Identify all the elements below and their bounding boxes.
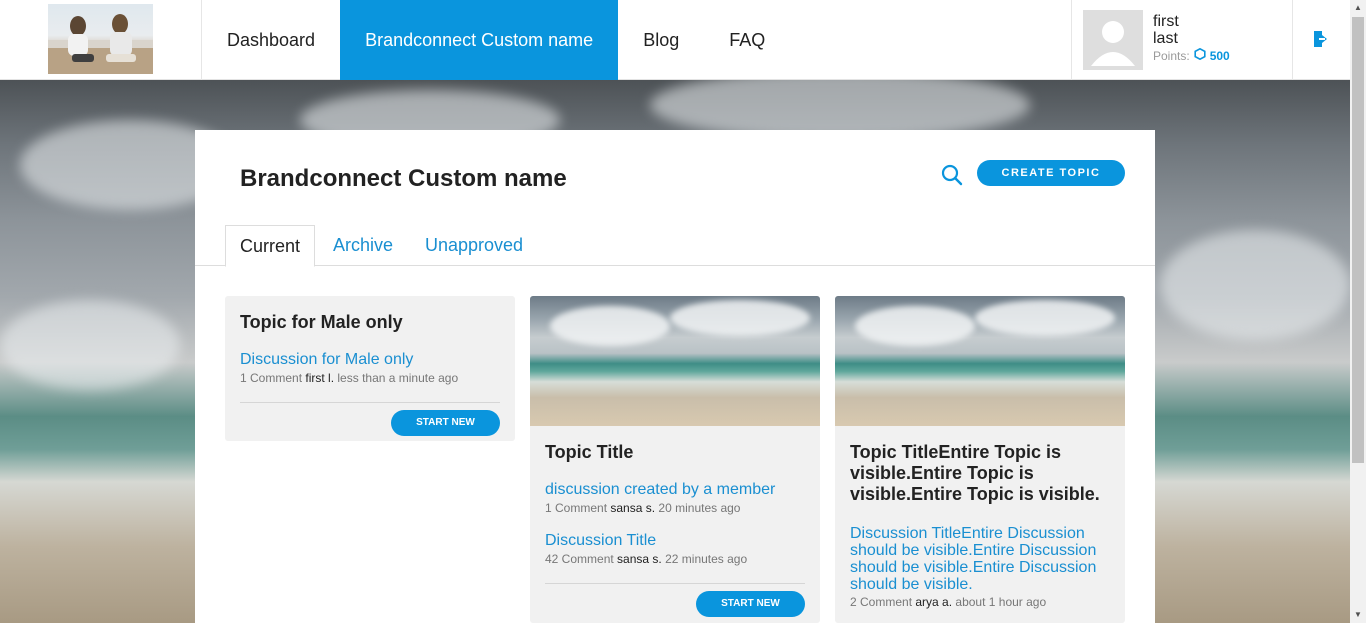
- discussion-author: first l.: [305, 371, 335, 385]
- topic-title[interactable]: Topic Title: [545, 442, 633, 463]
- top-navigation-bar: Dashboard Brandconnect Custom name Blog …: [0, 0, 1350, 80]
- discussion-author: sansa s.: [610, 501, 656, 515]
- nav-dashboard[interactable]: Dashboard: [202, 0, 340, 80]
- create-topic-button[interactable]: CREATE TOPIC: [977, 160, 1125, 186]
- discussion-link[interactable]: Discussion Title: [545, 532, 656, 549]
- search-icon[interactable]: [941, 164, 963, 186]
- logout-icon[interactable]: [1311, 29, 1331, 49]
- user-points: Points: 500: [1153, 47, 1230, 63]
- discussion-time: 22 minutes ago: [665, 552, 748, 566]
- logo-container[interactable]: [0, 0, 202, 80]
- brand-logo-image[interactable]: [48, 4, 153, 74]
- discussion-link[interactable]: Discussion TitleEntire Discussion should…: [850, 525, 1110, 593]
- user-first-name: first: [1153, 13, 1179, 30]
- discussion-meta: 1 Comment sansa s. 20 minutes ago: [545, 501, 740, 515]
- topic-image[interactable]: [530, 296, 820, 426]
- comment-count: 42 Comment: [545, 552, 614, 566]
- discussion-time: 20 minutes ago: [658, 501, 741, 515]
- comment-count: 2 Comment: [850, 595, 913, 609]
- nav-blog[interactable]: Blog: [618, 0, 704, 80]
- nav-faq[interactable]: FAQ: [704, 0, 790, 80]
- points-coin-icon: [1194, 47, 1206, 63]
- discussion-meta: 42 Comment sansa s. 22 minutes ago: [545, 552, 747, 566]
- topic-card: Topic TitleEntire Topic is visible.Entir…: [835, 296, 1125, 623]
- discussion-author: sansa s.: [617, 552, 662, 566]
- avatar[interactable]: [1083, 10, 1143, 70]
- points-value: 500: [1209, 48, 1230, 63]
- start-new-button[interactable]: START NEW: [696, 591, 805, 617]
- discussion-link[interactable]: Discussion for Male only: [240, 351, 413, 368]
- page-title: Brandconnect Custom name: [240, 165, 567, 192]
- topic-tabs: Current Archive Unapproved: [195, 225, 1155, 267]
- discussion-meta: 1 Comment first l. less than a minute ag…: [240, 371, 458, 385]
- main-nav: Dashboard Brandconnect Custom name Blog …: [202, 0, 790, 80]
- points-label: Points:: [1153, 48, 1190, 63]
- topics-panel: Brandconnect Custom name CREATE TOPIC Cu…: [195, 130, 1155, 623]
- tab-current[interactable]: Current: [225, 225, 316, 267]
- nav-brandconnect[interactable]: Brandconnect Custom name: [340, 0, 619, 80]
- scroll-up-icon[interactable]: ▲: [1350, 0, 1366, 16]
- comment-count: 1 Comment: [240, 371, 303, 385]
- card-divider: [240, 402, 500, 403]
- topic-title[interactable]: Topic for Male only: [240, 312, 403, 333]
- tab-unapproved[interactable]: Unapproved: [425, 225, 523, 266]
- scroll-down-icon[interactable]: ▼: [1350, 607, 1366, 623]
- topic-card: Topic Title discussion created by a memb…: [530, 296, 820, 623]
- tab-archive[interactable]: Archive: [333, 225, 393, 266]
- discussion-author: arya a.: [915, 595, 953, 609]
- topic-card: Topic for Male only Discussion for Male …: [225, 296, 515, 441]
- vertical-scrollbar[interactable]: ▲ ▼: [1350, 0, 1366, 623]
- scrollbar-thumb[interactable]: [1352, 17, 1364, 463]
- discussion-meta: 2 Comment arya a. about 1 hour ago: [850, 595, 1046, 609]
- discussion-time: about 1 hour ago: [955, 595, 1047, 609]
- topic-title[interactable]: Topic TitleEntire Topic is visible.Entir…: [850, 442, 1110, 505]
- comment-count: 1 Comment: [545, 501, 608, 515]
- card-divider: [545, 583, 805, 584]
- user-last-name: last: [1153, 30, 1178, 47]
- topic-image[interactable]: [835, 296, 1125, 426]
- user-profile[interactable]: first last Points: 500: [1071, 0, 1293, 80]
- start-new-button[interactable]: START NEW: [391, 410, 500, 436]
- discussion-time: less than a minute ago: [337, 371, 459, 385]
- discussion-link[interactable]: discussion created by a member: [545, 481, 775, 498]
